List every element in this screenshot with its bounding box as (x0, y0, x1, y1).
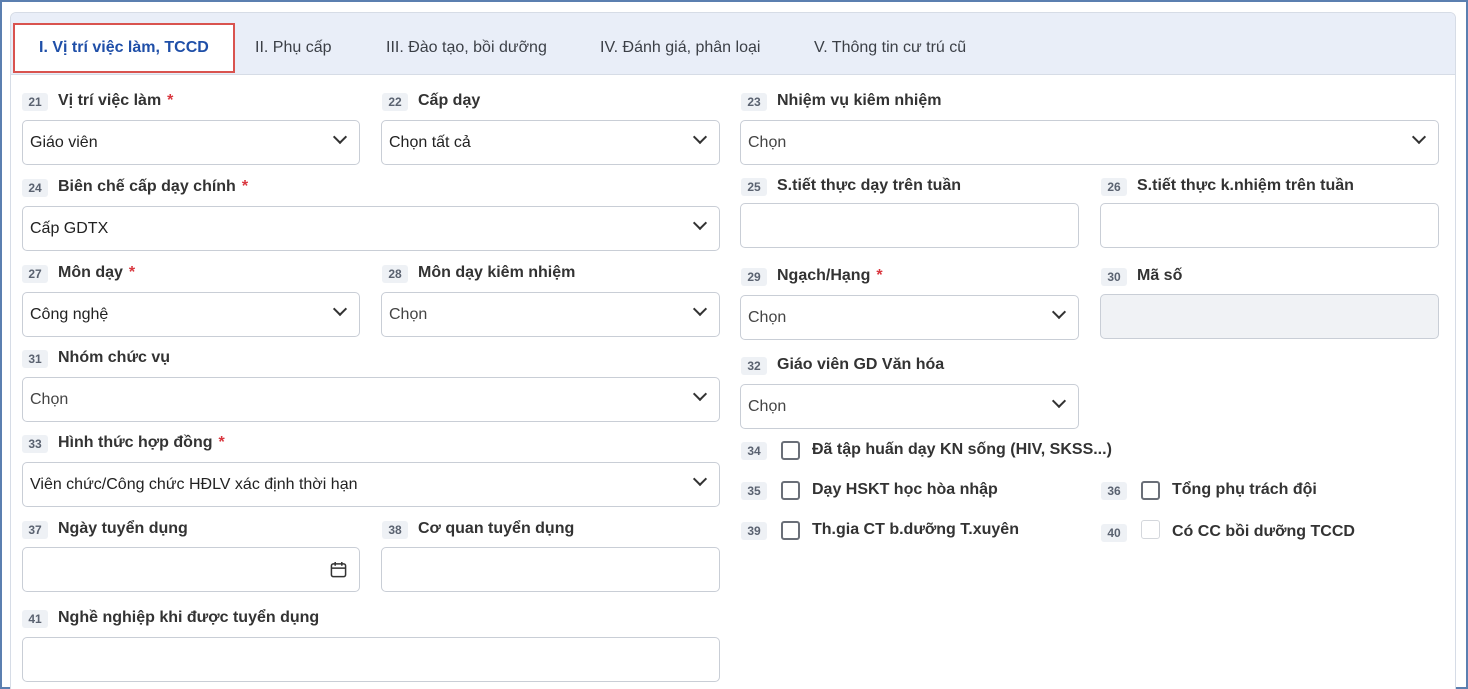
chevron-down-icon (692, 129, 708, 145)
chevron-down-icon (692, 386, 708, 402)
select-value: Chọn tất cả (389, 134, 471, 151)
required-marker: * (167, 92, 174, 109)
required-marker: * (218, 434, 225, 451)
chevron-down-icon (332, 301, 348, 317)
window-frame: I. Vị trí việc làm, TCCD II. Phụ cấp III… (0, 0, 1468, 689)
select-placeholder: Chọn (389, 306, 428, 323)
tab-dao-tao-boi-duong[interactable]: III. Đào tạo, bồi dưỡng (386, 23, 547, 73)
field-number-29: 29 (741, 268, 767, 286)
field-label-so-tiet-thuc-day: S.tiết thực dạy trên tuần (777, 177, 962, 194)
field-label-nhom-chuc-vu: Nhóm chức vụ (58, 349, 171, 366)
giao-vien-gd-van-hoa-select[interactable]: Chọn (740, 384, 1079, 429)
chevron-down-icon (692, 301, 708, 317)
field-label-ngach-hang: Ngạch/Hạng * (777, 267, 883, 284)
tap-huan-kn-song-label: Đã tập huấn dạy KN sống (HIV, SKSS...) (812, 441, 1112, 458)
field-number-41: 41 (22, 610, 48, 628)
form-panel: I. Vị trí việc làm, TCCD II. Phụ cấp III… (10, 12, 1456, 689)
field-number-38: 38 (382, 521, 408, 539)
select-value: Công nghệ (30, 306, 109, 323)
field-label-nhiem-vu-kiem-nhiem: Nhiệm vụ kiêm nhiệm (777, 92, 942, 109)
mon-day-kiem-nhiem-select[interactable]: Chọn (381, 292, 720, 337)
ngay-tuyen-dung-input[interactable] (22, 547, 360, 592)
day-hskt-hoa-nhap-checkbox[interactable] (781, 481, 800, 500)
so-tiet-thuc-day-input[interactable] (740, 203, 1079, 248)
field-number-31: 31 (22, 350, 48, 368)
tab-phu-cap[interactable]: II. Phụ cấp (255, 23, 332, 73)
field-label-ma-so: Mã số (1137, 267, 1183, 284)
field-label-nghe-nghiep-khi-tuyen-dung: Nghề nghiệp khi được tuyển dụng (58, 609, 320, 626)
field-label-cap-day: Cấp dạy (418, 92, 481, 109)
chevron-down-icon (692, 471, 708, 487)
nhom-chuc-vu-select[interactable]: Chọn (22, 377, 720, 422)
day-hskt-hoa-nhap-label: Dạy HSKT học hòa nhập (812, 481, 998, 498)
field-number-22: 22 (382, 93, 408, 111)
field-number-28: 28 (382, 265, 408, 283)
tab-danh-gia-phan-loai[interactable]: IV. Đánh giá, phân loại (600, 23, 760, 73)
tham-gia-bd-thuong-xuyen-label: Th.gia CT b.dưỡng T.xuyên (812, 521, 1019, 538)
select-value: Viên chức/Công chức HĐLV xác định thời h… (30, 476, 358, 493)
field-number-35: 35 (741, 482, 767, 500)
field-number-26: 26 (1101, 178, 1127, 196)
field-number-21: 21 (22, 93, 48, 111)
select-placeholder: Chọn (748, 134, 787, 151)
field-label-co-quan-tuyen-dung: Cơ quan tuyển dụng (418, 520, 575, 537)
cap-day-select[interactable]: Chọn tất cả (381, 120, 720, 165)
field-label-mon-day-kiem-nhiem: Môn dạy kiêm nhiệm (418, 264, 576, 281)
select-placeholder: Chọn (748, 398, 787, 415)
tham-gia-bd-thuong-xuyen-checkbox[interactable] (781, 521, 800, 540)
field-number-40: 40 (1101, 524, 1127, 542)
required-marker: * (241, 178, 249, 195)
co-cc-boi-duong-tccd-checkbox (1141, 520, 1160, 539)
select-value: Giáo viên (30, 134, 98, 151)
field-number-23: 23 (741, 93, 767, 111)
field-number-36: 36 (1101, 482, 1127, 500)
nghe-nghiep-khi-tuyen-dung-input[interactable] (22, 637, 720, 682)
so-tiet-kiem-nhiem-input[interactable] (1100, 203, 1439, 248)
co-cc-boi-duong-tccd-label: Có CC bồi dưỡng TCCD (1172, 523, 1355, 540)
tab-bar: I. Vị trí việc làm, TCCD II. Phụ cấp III… (11, 13, 1455, 75)
hinh-thuc-hop-dong-select[interactable]: Viên chức/Công chức HĐLV xác định thời h… (22, 462, 720, 507)
field-number-33: 33 (22, 435, 48, 453)
mon-day-select[interactable]: Công nghệ (22, 292, 360, 337)
field-label-giao-vien-gd-van-hoa: Giáo viên GD Văn hóa (777, 356, 945, 373)
field-number-37: 37 (22, 521, 48, 539)
field-label-ngay-tuyen-dung: Ngày tuyển dụng (58, 520, 188, 537)
field-number-39: 39 (741, 522, 767, 540)
chevron-down-icon (1051, 393, 1067, 409)
nhiem-vu-kiem-nhiem-select[interactable]: Chọn (740, 120, 1439, 165)
co-quan-tuyen-dung-input[interactable] (381, 547, 720, 592)
field-number-24: 24 (22, 179, 48, 197)
field-label-so-tiet-kiem-nhiem: S.tiết thực k.nhiệm trên tuần (1137, 177, 1354, 194)
field-number-27: 27 (22, 265, 48, 283)
required-marker: * (876, 267, 883, 284)
chevron-down-icon (332, 129, 348, 145)
calendar-icon[interactable] (330, 561, 347, 578)
tong-phu-trach-doi-label: Tổng phụ trách đội (1172, 481, 1317, 498)
field-number-34: 34 (741, 442, 767, 460)
select-value: Cấp GDTX (30, 220, 109, 237)
field-label-hinh-thuc-hop-dong: Hình thức hợp đồng * (58, 434, 225, 451)
vi-tri-viec-lam-select[interactable]: Giáo viên (22, 120, 360, 165)
field-label-vi-tri-viec-lam: Vị trí việc làm * (58, 92, 174, 109)
tong-phu-trach-doi-checkbox[interactable] (1141, 481, 1160, 500)
tap-huan-kn-song-checkbox[interactable] (781, 441, 800, 460)
required-marker: * (128, 264, 136, 281)
select-placeholder: Chọn (30, 391, 69, 408)
field-number-25: 25 (741, 178, 767, 196)
ma-so-input (1100, 294, 1439, 339)
field-label-mon-day: Môn dạy * (58, 264, 136, 281)
chevron-down-icon (692, 215, 708, 231)
chevron-down-icon (1411, 129, 1427, 145)
tab-vi-tri-viec-lam[interactable]: I. Vị trí việc làm, TCCD (13, 23, 235, 73)
ngach-hang-select[interactable]: Chọn (740, 295, 1079, 340)
chevron-down-icon (1051, 304, 1067, 320)
bien-che-cap-day-chinh-select[interactable]: Cấp GDTX (22, 206, 720, 251)
field-number-30: 30 (1101, 268, 1127, 286)
tab-thong-tin-cu-tru-cu[interactable]: V. Thông tin cư trú cũ (814, 23, 966, 73)
select-placeholder: Chọn (748, 309, 787, 326)
field-number-32: 32 (741, 357, 767, 375)
field-label-bien-che-cap-day-chinh: Biên chế cấp dạy chính * (58, 178, 249, 195)
